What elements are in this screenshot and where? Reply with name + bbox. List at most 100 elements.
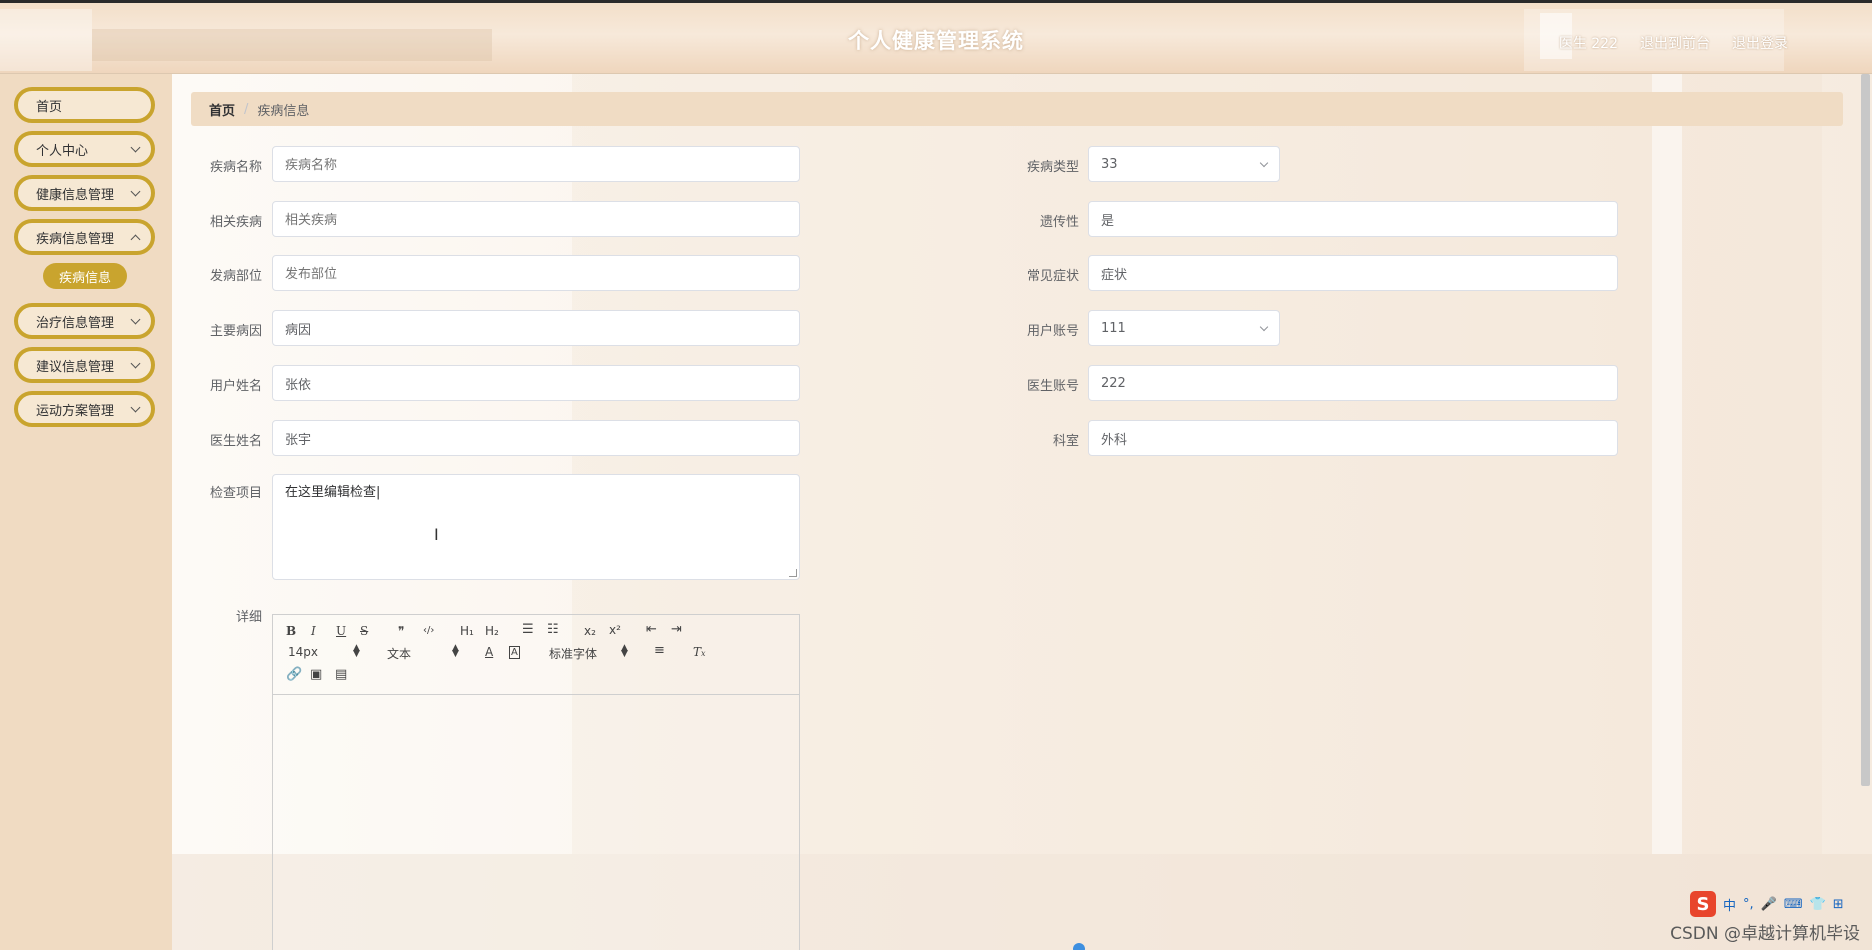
ordered-list-icon[interactable]: ☰ <box>522 622 534 637</box>
sidebar-item-label: 运动方案管理 <box>36 403 115 419</box>
strikethrough-button[interactable]: S <box>360 624 368 638</box>
sidebar-item-health-info[interactable]: 健康信息管理 <box>14 175 155 211</box>
details-label: 详细 <box>235 610 262 625</box>
background-decoration <box>1652 74 1682 854</box>
chevron-up-icon <box>130 234 141 245</box>
main-cause-label: 主要病因 <box>209 324 262 339</box>
breadcrumb-separator: / <box>244 101 249 117</box>
disease-name-input[interactable] <box>272 146 800 182</box>
related-disease-label: 相关疾病 <box>209 215 262 230</box>
chevron-down-icon <box>1259 158 1269 168</box>
font-color-icon[interactable]: A <box>485 645 493 659</box>
grid-icon[interactable]: ⊞ <box>1833 897 1844 912</box>
indent-icon[interactable]: ⇥ <box>671 622 682 637</box>
disease-type-value: 33 <box>1101 156 1118 172</box>
video-icon[interactable]: ▤ <box>335 667 347 682</box>
scroll-indicator <box>1073 943 1085 950</box>
disease-type-label: 疾病类型 <box>1026 160 1079 175</box>
rich-text-editor[interactable]: B I U S ❞ ‹/› H₁ H₂ ☰ ☷ x₂ x² ⇤ ⇥ 14px ▲… <box>272 614 800 950</box>
clear-format-icon[interactable]: Tx <box>693 645 706 659</box>
top-header: 个人健康管理系统 医生 222 退出到前台 退出登录 <box>0 0 1872 74</box>
underline-button[interactable]: U <box>336 624 346 638</box>
font-family-select[interactable]: 标准字体 ▲ ▼ <box>549 643 631 662</box>
italic-button[interactable]: I <box>311 624 316 638</box>
chevron-down-icon <box>130 142 141 153</box>
related-disease-input[interactable] <box>272 201 800 237</box>
breadcrumb-home[interactable]: 首页 <box>209 100 235 119</box>
sidebar-item-label: 健康信息管理 <box>36 187 115 203</box>
doctor-name-value: 张宇 <box>285 432 312 448</box>
resize-handle[interactable] <box>789 569 797 577</box>
vertical-scrollbar[interactable] <box>1861 74 1870 786</box>
sidebar-item-label: 建议信息管理 <box>36 359 115 375</box>
background-color-icon[interactable]: A <box>509 646 520 659</box>
h1-button[interactable]: H₁ <box>460 624 474 638</box>
ime-language[interactable]: 中 <box>1723 895 1736 914</box>
sogou-logo-icon[interactable]: S <box>1690 891 1716 917</box>
exam-items-label: 检查项目 <box>209 486 262 501</box>
onset-site-input[interactable] <box>272 255 800 291</box>
common-symptoms-input[interactable]: 症状 <box>1088 255 1618 291</box>
sidebar-subitem-disease-info[interactable]: 疾病信息 <box>43 263 127 289</box>
sidebar-item-exercise-plan[interactable]: 运动方案管理 <box>14 391 155 427</box>
chevron-down-icon <box>130 402 141 413</box>
watermark: CSDN @卓越计算机毕设 <box>1670 924 1860 944</box>
exam-items-textarea[interactable]: 在这里编辑检查| <box>272 474 800 580</box>
font-size-select[interactable]: 14px ▲ ▼ <box>288 643 363 660</box>
user-name-input[interactable]: 张依 <box>272 365 800 401</box>
sidebar: 首页 个人中心 健康信息管理 疾病信息管理 疾病信息 治疗信息管理 建议信息管理… <box>0 74 172 950</box>
link-icon[interactable]: 🔗 <box>286 667 302 682</box>
main-cause-value: 病因 <box>285 322 312 338</box>
breadcrumb-current: 疾病信息 <box>257 103 310 119</box>
sidebar-item-label: 疾病信息管理 <box>36 231 115 247</box>
doctor-name-input[interactable]: 张宇 <box>272 420 800 456</box>
sidebar-item-home[interactable]: 首页 <box>14 87 155 123</box>
chevron-down-icon <box>1259 322 1269 332</box>
select-updown-icon: ▲ ▼ <box>621 643 628 659</box>
common-symptoms-label: 常见症状 <box>1026 269 1079 284</box>
doctor-account-label: 医生账号 <box>1026 379 1079 394</box>
h2-button[interactable]: H₂ <box>485 624 499 638</box>
main-cause-input[interactable]: 病因 <box>272 310 800 346</box>
user-account-select[interactable]: 111 <box>1088 310 1280 346</box>
sidebar-item-disease-info[interactable]: 疾病信息管理 <box>14 219 155 255</box>
main-content: 首页 / 疾病信息 疾病名称 相关疾病 发病部位 主要病因 病因 用户姓名 张依… <box>172 74 1872 950</box>
common-symptoms-value: 症状 <box>1101 267 1128 283</box>
keyboard-icon[interactable]: ⌨ <box>1784 897 1803 912</box>
bullet-list-icon[interactable]: ☷ <box>547 622 559 637</box>
hereditary-input[interactable]: 是 <box>1088 201 1618 237</box>
chevron-down-icon <box>130 186 141 197</box>
user-account-label: 用户账号 <box>1026 324 1079 339</box>
back-to-frontend-link[interactable]: 退出到前台 <box>1640 33 1710 53</box>
text-style-select[interactable]: 文本 ▲ ▼ <box>387 644 462 662</box>
sidebar-item-personal-center[interactable]: 个人中心 <box>14 131 155 167</box>
ime-toolbar: S 中 °, 🎤 ⌨ 👕 ⊞ <box>1690 890 1866 918</box>
align-icon[interactable]: ≡ <box>654 643 665 658</box>
disease-name-label: 疾病名称 <box>209 160 262 175</box>
select-updown-icon: ▲ ▼ <box>353 643 360 659</box>
breadcrumb: 首页 / 疾病信息 <box>191 92 1843 126</box>
onset-site-label: 发病部位 <box>209 269 262 284</box>
sidebar-item-advice-info[interactable]: 建议信息管理 <box>14 347 155 383</box>
doctor-account-value: 222 <box>1101 375 1126 391</box>
bold-button[interactable]: B <box>286 624 296 638</box>
image-icon[interactable]: ▣ <box>310 667 322 682</box>
punctuation-icon[interactable]: °, <box>1743 897 1754 912</box>
blockquote-button[interactable]: ❞ <box>398 624 404 638</box>
sidebar-item-treatment-info[interactable]: 治疗信息管理 <box>14 303 155 339</box>
subscript-button[interactable]: x₂ <box>584 624 596 638</box>
code-block-button[interactable]: ‹/› <box>423 625 434 636</box>
department-input[interactable]: 外科 <box>1088 420 1618 456</box>
disease-type-select[interactable]: 33 <box>1088 146 1280 182</box>
outdent-icon[interactable]: ⇤ <box>646 622 657 637</box>
doctor-account-input[interactable]: 222 <box>1088 365 1618 401</box>
skin-icon[interactable]: 👕 <box>1810 897 1826 912</box>
user-name-label: 用户姓名 <box>209 379 262 394</box>
font-size-value: 14px <box>288 645 318 659</box>
logout-link[interactable]: 退出登录 <box>1732 33 1788 53</box>
text-style-value: 文本 <box>387 647 412 661</box>
microphone-icon[interactable]: 🎤 <box>1761 897 1777 912</box>
superscript-button[interactable]: x² <box>609 623 621 637</box>
user-name-value: 张依 <box>285 377 312 393</box>
department-label: 科室 <box>1052 434 1079 449</box>
